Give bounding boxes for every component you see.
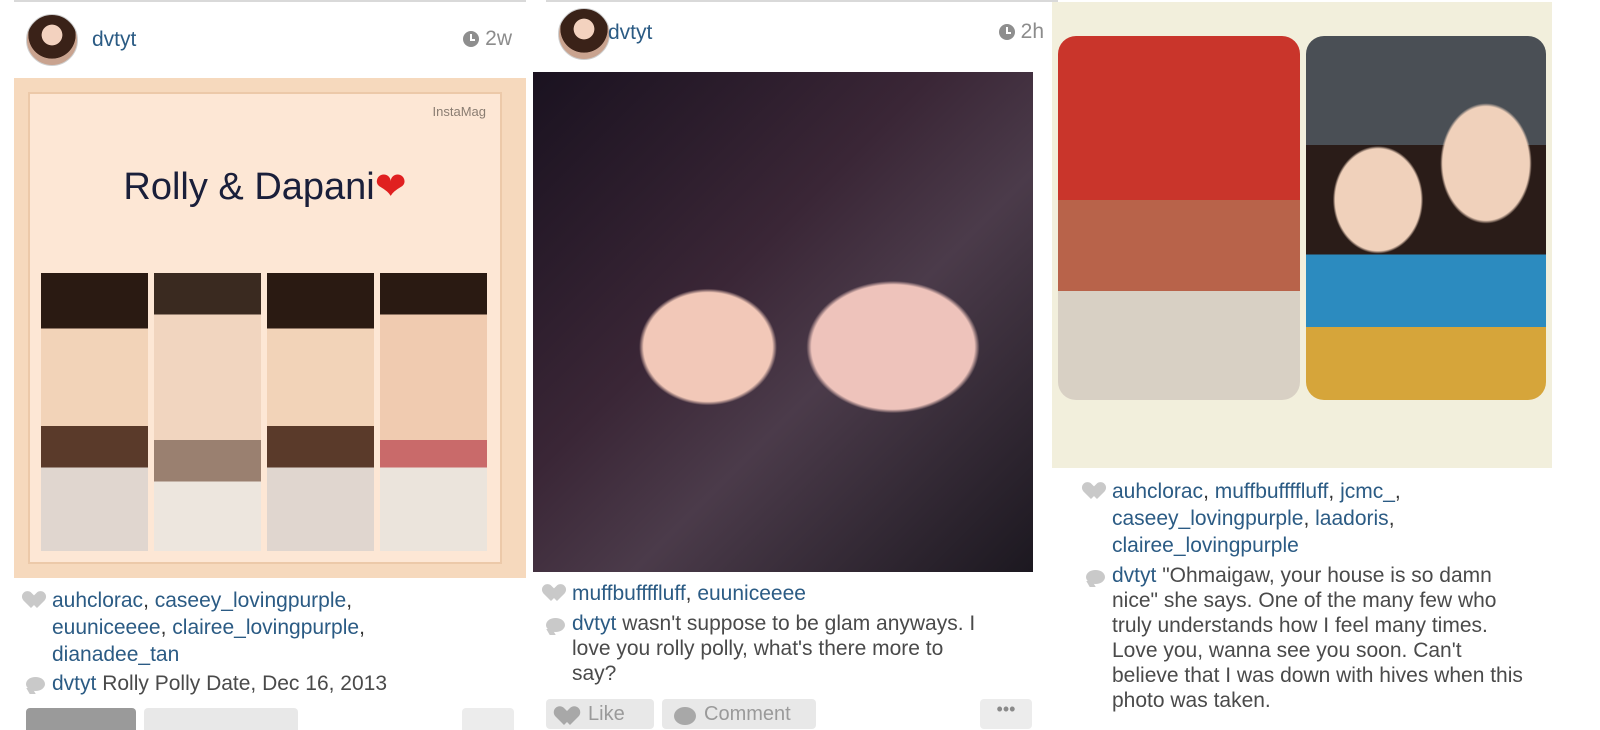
photo-panel-right	[1306, 36, 1546, 400]
liker-link[interactable]: dianadee_tan	[52, 643, 179, 666]
comment-icon	[546, 618, 565, 632]
action-bar	[26, 708, 514, 730]
caption-username[interactable]: dvtyt	[52, 672, 96, 695]
caption-row: dvtyt wasn't suppose to be glam anyways.…	[534, 611, 1058, 686]
post-meta: auhclorac, muffbuffffluff, jcmc_, caseey…	[1074, 478, 1586, 713]
liker-link[interactable]: clairee_lovingpurple	[172, 616, 359, 639]
likes-row: muffbuffffluff, euuniceeee	[534, 580, 1058, 607]
post-username[interactable]: dvtyt	[608, 21, 652, 45]
collage-watermark: InstaMag	[432, 104, 486, 119]
heart-icon	[26, 592, 46, 610]
caption-line: photo was taken.	[1112, 689, 1271, 712]
liker-link[interactable]: auhclorac	[1112, 480, 1203, 503]
liker-link[interactable]: clairee_lovingpurple	[1112, 534, 1299, 557]
collage-frame: InstaMag Rolly & Dapani❤	[28, 92, 502, 564]
caption-line: wasn't suppose to be glam anyways. I	[622, 612, 976, 635]
collage-photo-strip	[266, 272, 375, 552]
collage-photo-strip	[153, 272, 262, 552]
caption-line: love you rolly polly, what's there more …	[572, 637, 944, 660]
likes-row: auhclorac, muffbuffffluff, jcmc_, caseey…	[1074, 478, 1586, 559]
post-time: 2w	[463, 27, 512, 51]
caption-line: "Ohmaigaw, your house is so damn	[1162, 564, 1492, 587]
caption-line: Love you, wanna see you soon. Can't	[1112, 639, 1462, 662]
collage-title: Rolly & Dapani❤	[30, 164, 500, 209]
heart-icon	[558, 707, 580, 727]
action-bar: Like Comment •••	[546, 699, 1032, 729]
post-card-1: dvtyt 2w InstaMag Rolly & Dapani❤ auhclo…	[14, 0, 526, 730]
caption-row: dvtyt Rolly Polly Date, Dec 16, 2013	[14, 670, 526, 697]
more-button[interactable]: •••	[980, 699, 1032, 729]
post-username[interactable]: dvtyt	[92, 28, 136, 52]
post-photo[interactable]	[533, 72, 1033, 572]
comment-button[interactable]: Comment	[662, 699, 816, 729]
post-photo[interactable]	[1052, 2, 1552, 468]
clock-icon	[463, 31, 480, 47]
post-header: dvtyt 2h	[546, 2, 1058, 74]
likes-row: auhclorac, caseey_lovingpurple, euunicee…	[14, 587, 526, 668]
comment-icon	[26, 677, 45, 691]
post-photo[interactable]: InstaMag Rolly & Dapani❤	[14, 78, 526, 578]
post-time: 2h	[998, 20, 1044, 44]
time-label: 2w	[485, 27, 512, 50]
liker-link[interactable]: caseey_lovingpurple	[1112, 507, 1303, 530]
heart-icon	[1086, 483, 1106, 501]
liker-link[interactable]: muffbuffffluff	[572, 582, 686, 605]
heart-emoji-icon: ❤	[374, 166, 407, 208]
like-button[interactable]	[26, 708, 136, 730]
liker-link[interactable]: auhclorac	[52, 589, 143, 612]
liker-link[interactable]: caseey_lovingpurple	[155, 589, 346, 612]
post-card-3: auhclorac, muffbuffffluff, jcmc_, caseey…	[1052, 0, 1586, 730]
heart-icon	[546, 585, 566, 603]
caption-username[interactable]: dvtyt	[572, 612, 616, 635]
caption-line: believe that I was down with hives when …	[1112, 664, 1523, 687]
like-label: Like	[588, 703, 625, 725]
comment-icon	[1086, 570, 1105, 584]
caption-username[interactable]: dvtyt	[1112, 564, 1156, 587]
caption-line: nice" she says. One of the many few who	[1112, 589, 1497, 612]
comment-label: Comment	[704, 703, 791, 725]
caption-line: truly understands how I feel many times.	[1112, 614, 1488, 637]
liker-link[interactable]: laadoris	[1315, 507, 1389, 530]
liker-link[interactable]: jcmc_	[1340, 480, 1395, 503]
collage-photo-strip	[40, 272, 149, 552]
avatar[interactable]	[558, 8, 610, 60]
collage-photo-strip	[379, 272, 488, 552]
time-label: 2h	[1020, 20, 1044, 43]
more-button[interactable]	[462, 708, 514, 730]
comment-icon	[674, 707, 696, 725]
clock-icon	[998, 24, 1015, 40]
avatar[interactable]	[26, 14, 78, 66]
post-header: dvtyt 2w	[14, 2, 526, 74]
liker-link[interactable]: euuniceeee	[697, 582, 806, 605]
liker-link[interactable]: muffbuffffluff	[1215, 480, 1329, 503]
like-button[interactable]: Like	[546, 699, 654, 729]
caption-line: say?	[572, 662, 617, 685]
post-meta: auhclorac, caseey_lovingpurple, euunicee…	[14, 587, 526, 697]
liker-link[interactable]: euuniceeee	[52, 616, 161, 639]
caption-row: dvtyt "Ohmaigaw, your house is so damn n…	[1074, 563, 1586, 713]
photo-panel-left	[1058, 36, 1300, 400]
comment-button[interactable]	[144, 708, 298, 730]
caption-text: Rolly Polly Date, Dec 16, 2013	[102, 672, 388, 695]
collage-title-text: Rolly & Dapani	[123, 166, 375, 208]
post-meta: muffbuffffluff, euuniceeee dvtyt wasn't …	[534, 580, 1058, 686]
post-card-2: dvtyt 2h muffbuffffluff, euuniceeee dvty…	[533, 0, 1058, 730]
